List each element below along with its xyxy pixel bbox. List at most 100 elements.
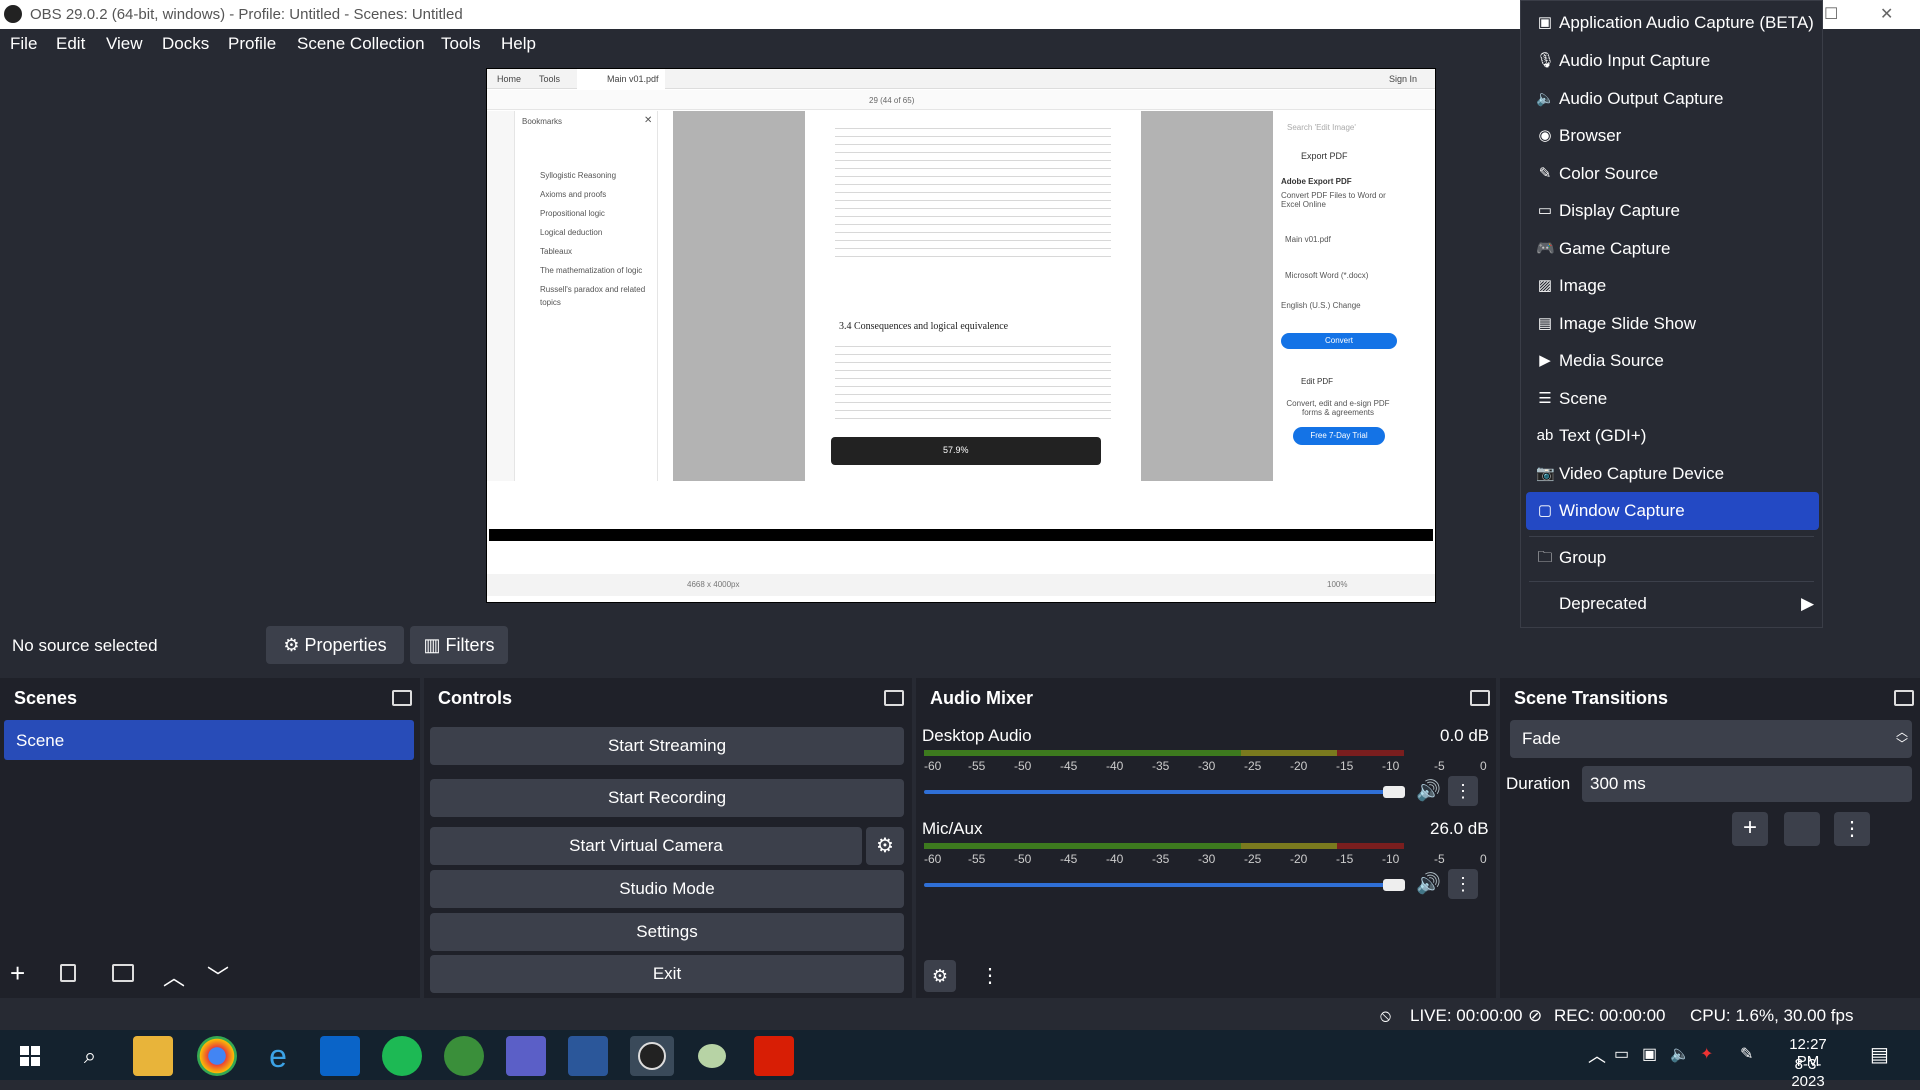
file-explorer-icon[interactable] [133,1036,173,1076]
virtual-camera-settings-icon[interactable]: ⚙ [866,827,904,865]
speaker-icon[interactable]: 🔊 [1416,871,1441,896]
volume-slider[interactable] [924,790,1394,794]
menu-item-display-capture[interactable]: ▭ Display Capture [1526,192,1819,230]
menu-help[interactable]: Help [501,34,536,54]
trash-icon[interactable] [1784,812,1820,846]
speaker-icon[interactable]: 🔊 [1416,778,1441,803]
edge-icon[interactable]: e [258,1036,298,1076]
filters-button[interactable]: ▥ Filters [410,626,508,664]
convert-button[interactable]: Convert [1281,333,1397,349]
obs-taskbar-icon[interactable] [630,1036,674,1076]
document-canvas[interactable]: 3.4 Consequences and logical equivalence… [673,111,1273,481]
chrome-icon[interactable] [197,1036,237,1076]
volume-muted-icon[interactable]: 🔈 [1670,1044,1690,1064]
properties-button[interactable]: ⚙ Properties [266,626,404,664]
start-virtual-camera-button[interactable]: Start Virtual Camera [430,827,862,865]
move-down-icon[interactable]: ﹀ [207,960,229,992]
action-center-icon[interactable]: ▤ [1870,1042,1889,1067]
captured-pdf-window[interactable]: Home Tools Main v01.pdf Sign In 29 (44 o… [486,68,1436,603]
teams-icon[interactable] [506,1036,546,1076]
menu-item-browser[interactable]: ◉ Browser [1526,117,1819,155]
menu-item-window-capture[interactable]: ▢ Window Capture [1526,492,1819,530]
menu-item-application-audio-capture[interactable]: ▣ Application Audio Capture (BETA) [1526,4,1819,42]
settings-button[interactable]: Settings [430,913,904,951]
menu-item-group[interactable]: 🗀 Group [1526,539,1819,577]
move-up-icon[interactable]: ︿ [163,960,185,992]
bookmark-item[interactable]: Propositional logic [540,207,655,220]
free-trial-button[interactable]: Free 7-Day Trial [1293,427,1385,445]
maximize-icon[interactable]: ☐ [1824,4,1838,24]
pen-icon[interactable]: ✎ [1740,1044,1753,1064]
document-language[interactable]: English (U.S.) Change [1281,301,1361,310]
menu-item-image-slide-show[interactable]: ▤ Image Slide Show [1526,305,1819,343]
search-icon[interactable]: ⌕ [70,1036,110,1076]
spotify-icon[interactable] [382,1036,422,1076]
advanced-audio-icon[interactable]: ⚙ [924,960,956,992]
bookmark-item[interactable]: Axioms and proofs [540,188,655,201]
menu-item-color-source[interactable]: ✎ Color Source [1526,155,1819,193]
close-icon[interactable]: ✕ [1880,4,1893,24]
menu-item-image[interactable]: ▨ Image [1526,267,1819,305]
add-transition-icon[interactable]: + [1732,812,1768,846]
bookmark-item[interactable]: Russell's paradox and related topics [540,283,655,309]
bookmark-item[interactable]: Syllogistic Reasoning [540,169,655,182]
menu-item-audio-input-capture[interactable]: 🎙 Audio Input Capture [1526,42,1819,80]
bookmark-item[interactable]: Logical deduction [540,226,655,239]
add-scene-icon[interactable]: + [10,958,25,989]
word-icon[interactable] [568,1036,608,1076]
bookmark-item[interactable]: Tableaux [540,245,655,258]
menu-item-game-capture[interactable]: 🎮 Game Capture [1526,230,1819,268]
notification-badge-icon[interactable]: ✦ [1700,1044,1713,1064]
volume-slider-handle[interactable] [1383,879,1405,891]
transition-select[interactable]: Fade ︿ ﹀ [1510,720,1912,758]
menu-tools[interactable]: Tools [441,34,481,54]
selected-file[interactable]: Main v01.pdf [1285,235,1331,244]
undock-icon[interactable] [1470,690,1490,706]
kebab-menu-icon[interactable]: ⋮ [1448,869,1478,899]
menu-view[interactable]: View [106,34,143,54]
studio-mode-button[interactable]: Studio Mode [430,870,904,908]
scene-list-item[interactable]: Scene [4,720,414,760]
windows-start-icon[interactable] [10,1036,50,1076]
mixer-menu-icon[interactable]: ⋮ [978,960,1002,992]
acrobat-icon[interactable] [754,1036,794,1076]
globe-app-icon[interactable] [444,1036,484,1076]
menu-item-media-source[interactable]: ▶ Media Source [1526,342,1819,380]
tray-chevron-icon[interactable]: ︿ [1588,1042,1606,1068]
transition-menu-icon[interactable]: ⋮ [1834,812,1870,846]
clock-date[interactable]: 8-3-2023 [1778,1056,1838,1090]
pdf-tab-tools[interactable]: Tools [539,74,560,84]
outlook-icon[interactable] [320,1036,360,1076]
trash-icon[interactable] [60,964,76,982]
menu-item-audio-output-capture[interactable]: 🔈 Audio Output Capture [1526,80,1819,118]
menu-item-deprecated[interactable]: Deprecated ▶ [1526,585,1819,623]
edit-pdf-link[interactable]: Edit PDF [1301,377,1333,386]
battery-icon[interactable]: ▭ [1614,1044,1629,1064]
menu-profile[interactable]: Profile [228,34,276,54]
undock-icon[interactable] [392,690,412,706]
menu-item-video-capture-device[interactable]: 📷 Video Capture Device [1526,455,1819,493]
network-icon[interactable]: ▣ [1642,1044,1657,1064]
pdf-signin[interactable]: Sign In [1389,74,1417,84]
duration-spinbox[interactable]: 300 ms [1582,766,1912,802]
menu-docks[interactable]: Docks [162,34,209,54]
scene-filters-icon[interactable] [112,964,134,982]
convert-to-select[interactable]: Microsoft Word (*.docx) [1285,271,1368,280]
menu-item-scene[interactable]: ☰ Scene [1526,380,1819,418]
menu-file[interactable]: File [10,34,37,54]
undock-icon[interactable] [884,690,904,706]
volume-slider-handle[interactable] [1383,786,1405,798]
start-streaming-button[interactable]: Start Streaming [430,727,904,765]
pdf-tab-file[interactable]: Main v01.pdf [577,69,665,89]
volume-slider[interactable] [924,883,1394,887]
tools-search-input[interactable]: Search 'Edit Image' [1287,123,1356,132]
export-pdf-title[interactable]: Export PDF [1301,151,1348,161]
app-icon[interactable] [692,1036,732,1076]
kebab-menu-icon[interactable]: ⋮ [1448,776,1478,806]
exit-button[interactable]: Exit [430,955,904,993]
bookmarks-close-icon[interactable]: ✕ [644,115,652,126]
menu-scene-collection[interactable]: Scene Collection [297,34,425,54]
start-recording-button[interactable]: Start Recording [430,779,904,817]
menu-edit[interactable]: Edit [56,34,85,54]
zoom-level[interactable]: 57.9% [943,445,969,455]
